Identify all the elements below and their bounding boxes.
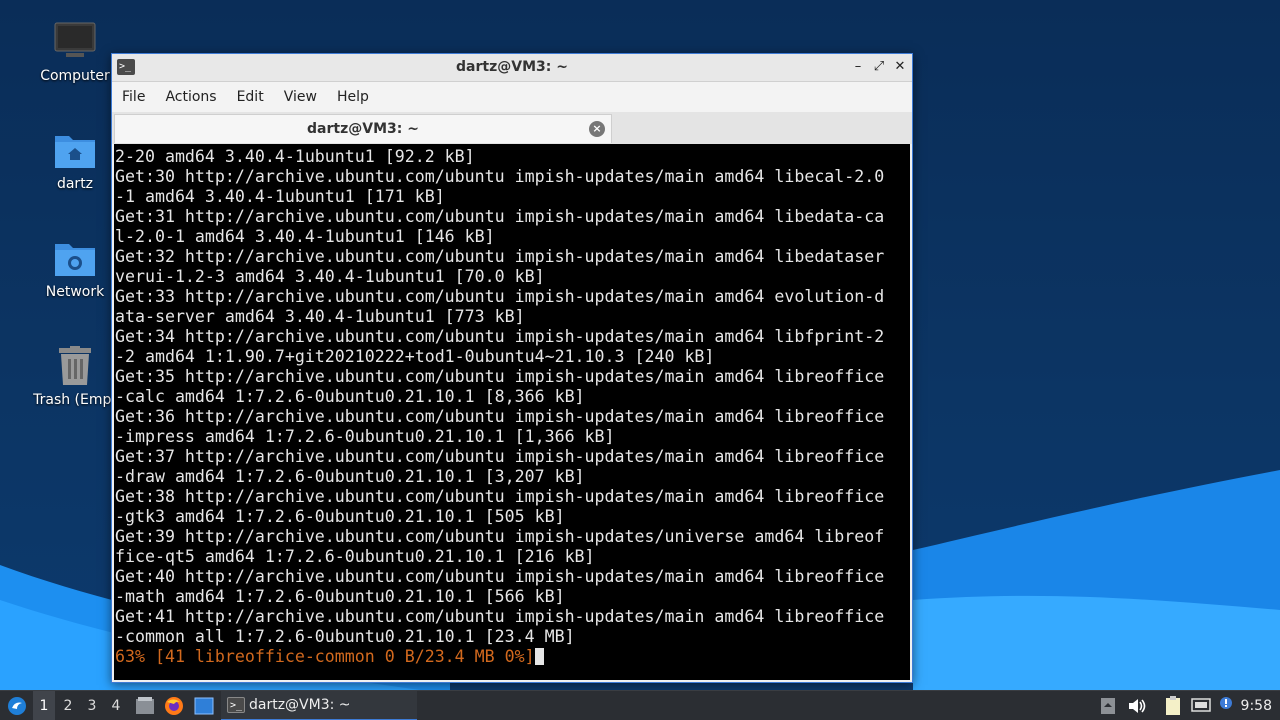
progress-line: 63% [41 libreoffice-common 0 B/23.4 MB 0… <box>115 647 910 667</box>
workspace-3[interactable]: 3 <box>81 691 103 720</box>
terminal-line: Get:33 http://archive.ubuntu.com/ubuntu … <box>115 287 885 306</box>
keyboard-icon[interactable] <box>1098 691 1118 720</box>
terminal-lines: 2-20 amd64 3.40.4-1ubuntu1 [92.2 kB] Get:… <box>115 147 910 647</box>
menu-help[interactable]: Help <box>337 89 379 105</box>
window-title: dartz@VM3: ~ <box>456 59 568 75</box>
terminal-line: Get:34 http://archive.ubuntu.com/ubuntu … <box>115 327 885 346</box>
computer-icon <box>53 20 97 64</box>
terminal-line: verui-1.2-3 amd64 3.40.4-1ubuntu1 [70.0 … <box>115 267 545 286</box>
desktop-icon <box>194 697 214 715</box>
lubuntu-logo-icon <box>8 697 26 715</box>
terminal-line: -impress amd64 1:7.2.6-0ubuntu0.21.10.1 … <box>115 427 615 446</box>
notification-icon[interactable] <box>1216 691 1236 720</box>
terminal-output[interactable]: 2-20 amd64 3.40.4-1ubuntu1 [92.2 kB] Get:… <box>114 144 910 680</box>
terminal-line: Get:30 http://archive.ubuntu.com/ubuntu … <box>115 167 885 186</box>
network-folder-icon <box>53 236 97 280</box>
terminal-line: -calc amd64 1:7.2.6-0ubuntu0.21.10.1 [8,… <box>115 387 585 406</box>
firefox-launcher[interactable] <box>162 691 186 720</box>
desktop-icon-label: Trash (Empt <box>33 392 117 408</box>
terminal-line: -math amd64 1:7.2.6-0ubuntu0.21.10.1 [56… <box>115 587 565 606</box>
terminal-line: -2 amd64 1:1.90.7+git20210222+tod1-0ubun… <box>115 347 715 366</box>
terminal-line: Get:41 http://archive.ubuntu.com/ubuntu … <box>115 607 885 626</box>
firefox-icon <box>165 697 183 715</box>
menu-bar: File Actions Edit View Help <box>112 82 912 112</box>
workspace-2[interactable]: 2 <box>57 691 79 720</box>
taskbar-item-terminal[interactable]: >_ dartz@VM3: ~ <box>221 691 417 720</box>
clipboard-icon[interactable] <box>1162 691 1184 720</box>
trash-icon <box>53 344 97 388</box>
terminal-line: 2-20 amd64 3.40.4-1ubuntu1 [92.2 kB] <box>115 147 475 166</box>
terminal-line: Get:31 http://archive.ubuntu.com/ubuntu … <box>115 207 885 226</box>
tab-terminal[interactable]: dartz@VM3: ~ × <box>114 114 612 143</box>
terminal-line: Get:32 http://archive.ubuntu.com/ubuntu … <box>115 247 885 266</box>
terminal-line: Get:37 http://archive.ubuntu.com/ubuntu … <box>115 447 885 466</box>
minimize-button[interactable]: – <box>849 58 867 76</box>
tab-bar: dartz@VM3: ~ × <box>112 112 912 144</box>
show-desktop-button[interactable] <box>192 691 216 720</box>
text-cursor <box>534 648 544 665</box>
desktop-icon-label: Computer <box>40 68 110 84</box>
desktop-icon-label: Network <box>45 284 105 300</box>
terminal-window: >_ dartz@VM3: ~ – ⤢ ✕ File Actions Edit … <box>111 53 913 683</box>
tab-label: dartz@VM3: ~ <box>307 121 419 137</box>
file-manager-launcher[interactable] <box>133 691 157 720</box>
start-menu-button[interactable] <box>4 691 30 720</box>
terminal-line: -gtk3 amd64 1:7.2.6-0ubuntu0.21.10.1 [50… <box>115 507 565 526</box>
terminal-line: Get:40 http://archive.ubuntu.com/ubuntu … <box>115 567 885 586</box>
taskbar-item-label: dartz@VM3: ~ <box>249 697 351 713</box>
file-manager-icon <box>136 697 154 714</box>
terminal-line: -draw amd64 1:7.2.6-0ubuntu0.21.10.1 [3,… <box>115 467 585 486</box>
title-bar[interactable]: >_ dartz@VM3: ~ – ⤢ ✕ <box>112 54 912 82</box>
tab-close-icon[interactable]: × <box>589 121 605 137</box>
volume-icon[interactable] <box>1126 691 1148 720</box>
terminal-line: -common all 1:7.2.6-0ubuntu0.21.10.1 [23… <box>115 627 575 646</box>
maximize-button[interactable]: ⤢ <box>870 58 888 76</box>
clock[interactable]: 9:58 <box>1241 691 1272 720</box>
close-button[interactable]: ✕ <box>891 58 909 76</box>
menu-actions[interactable]: Actions <box>165 89 226 105</box>
network-icon[interactable] <box>1190 691 1212 720</box>
progress-text: 63% [41 libreoffice-common 0 B/23.4 MB 0… <box>115 647 535 666</box>
home-folder-icon <box>53 128 97 172</box>
terminal-line: Get:36 http://archive.ubuntu.com/ubuntu … <box>115 407 885 426</box>
menu-file[interactable]: File <box>122 89 155 105</box>
terminal-line: Get:38 http://archive.ubuntu.com/ubuntu … <box>115 487 885 506</box>
workspace-4[interactable]: 4 <box>105 691 127 720</box>
terminal-line: fice-qt5 amd64 1:7.2.6-0ubuntu0.21.10.1 … <box>115 547 595 566</box>
desktop-icon-label: dartz <box>56 176 94 192</box>
terminal-line: l-2.0-1 amd64 3.40.4-1ubuntu1 [146 kB] <box>115 227 495 246</box>
menu-edit[interactable]: Edit <box>237 89 274 105</box>
terminal-line: Get:39 http://archive.ubuntu.com/ubuntu … <box>115 527 885 546</box>
workspace-1[interactable]: 1 <box>33 691 55 720</box>
terminal-line: -1 amd64 3.40.4-1ubuntu1 [171 kB] <box>115 187 445 206</box>
menu-view[interactable]: View <box>284 89 327 105</box>
terminal-line: Get:35 http://archive.ubuntu.com/ubuntu … <box>115 367 885 386</box>
taskbar: 1 2 3 4 >_ dartz@VM3: ~ 9:58 <box>0 690 1280 720</box>
terminal-icon: >_ <box>227 697 245 713</box>
terminal-line: ata-server amd64 3.40.4-1ubuntu1 [773 kB… <box>115 307 525 326</box>
